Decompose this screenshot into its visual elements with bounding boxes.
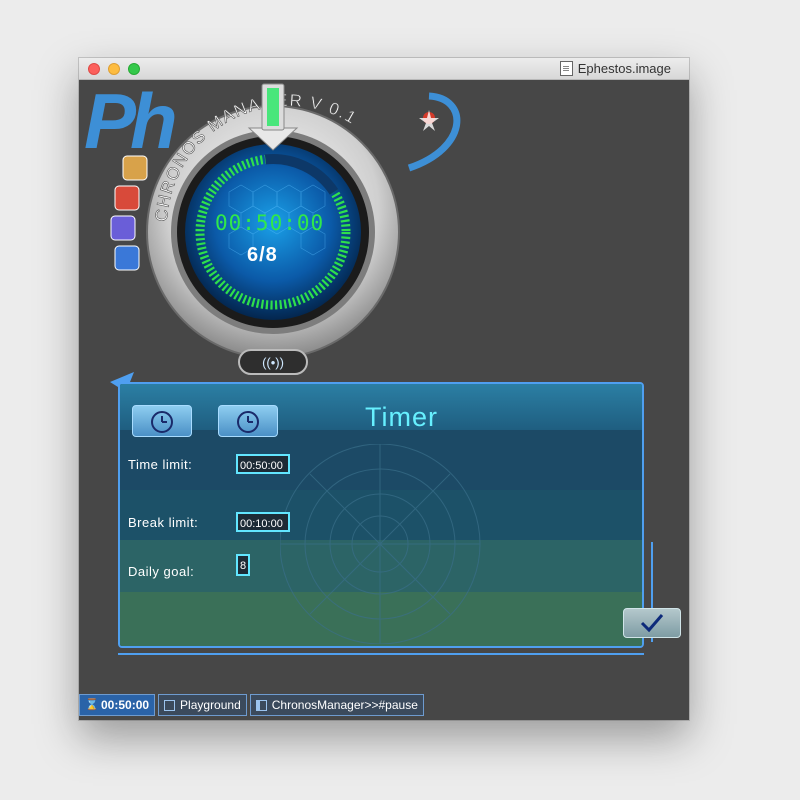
daily-goal-field[interactable]: 8	[236, 554, 250, 576]
panel-body: Timer Time limit: 00:50:00 Break limit: …	[118, 382, 644, 648]
window-title: Ephestos.image	[559, 61, 671, 76]
confirm-button[interactable]	[623, 608, 681, 638]
panel-title: Timer	[365, 402, 438, 432]
taskbar-item-label: ChronosManager>>#pause	[271, 698, 418, 712]
taskbar-item-browser[interactable]: ChronosManager>>#pause	[249, 694, 424, 716]
time-limit-field[interactable]: 00:50:00	[236, 454, 290, 474]
timer-button[interactable]	[111, 216, 135, 240]
taskbar-item-timer[interactable]: ⌛ 00:50:00	[79, 694, 156, 716]
time-limit-label: Time limit:	[128, 457, 193, 472]
document-icon	[559, 61, 573, 76]
checkmark-icon	[640, 614, 664, 633]
timer-panel: Timer Time limit: 00:50:00 Break limit: …	[104, 372, 681, 662]
daily-goal-label: Daily goal:	[128, 564, 195, 579]
close-window-button[interactable]	[88, 63, 100, 75]
tab-timer-1[interactable]	[132, 405, 192, 437]
play-button[interactable]	[115, 246, 139, 270]
taskbar-item-label: Playground	[180, 698, 241, 712]
gauge-count-readout: 6/8	[247, 244, 278, 266]
signal-button[interactable]	[239, 350, 307, 374]
taskbar-item-label: 00:50:00	[101, 698, 150, 712]
stop-button[interactable]	[115, 186, 139, 210]
stopwatch-icon	[237, 411, 259, 433]
settings-button[interactable]	[123, 156, 147, 180]
hourglass-icon: ⌛	[85, 698, 99, 711]
window-title-text: Ephestos.image	[577, 61, 671, 76]
gauge-time-readout: 00:50:00	[215, 211, 325, 235]
minimize-window-button[interactable]	[108, 63, 120, 75]
browser-icon	[255, 699, 267, 711]
app-window: Ephestos.image Ph CHRONOS MANA R V 0.1 (…	[79, 58, 689, 720]
radar-background	[280, 444, 481, 644]
break-limit-label: Break limit:	[128, 515, 199, 530]
tab-timer-2[interactable]	[218, 405, 278, 437]
window-icon	[164, 699, 176, 711]
zoom-window-button[interactable]	[128, 63, 140, 75]
stopwatch-icon	[151, 411, 173, 433]
break-limit-field[interactable]: 00:10:00	[236, 512, 290, 532]
taskbar: ⌛ 00:50:00 Playground ChronosManager>>#p…	[79, 694, 424, 718]
taskbar-item-playground[interactable]: Playground	[158, 694, 247, 716]
